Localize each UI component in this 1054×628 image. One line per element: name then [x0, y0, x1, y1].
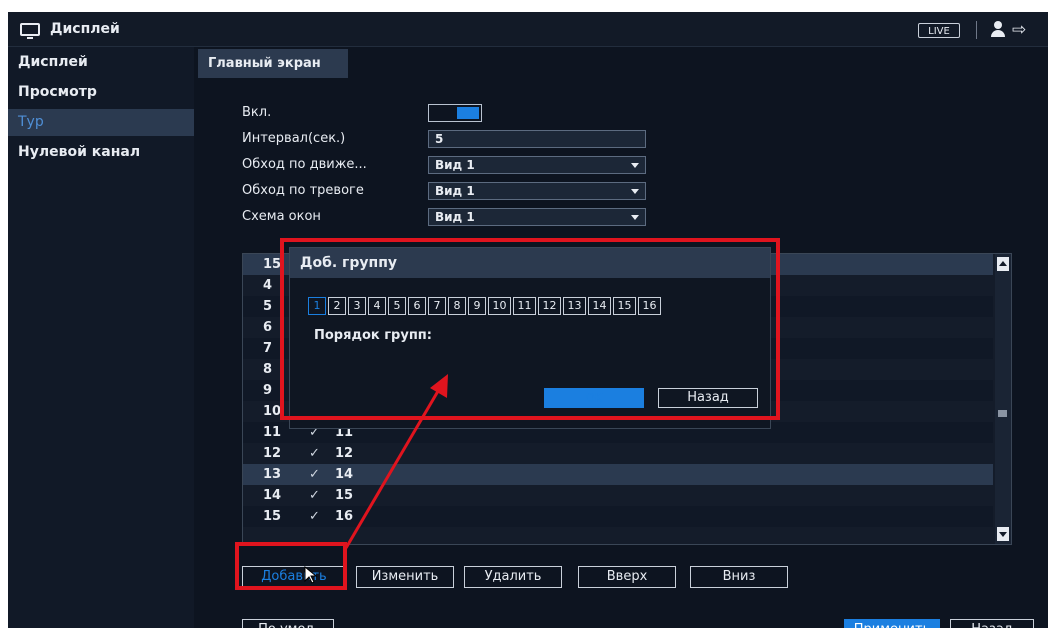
row-value: 12	[335, 446, 354, 461]
sidebar-item-zero-channel[interactable]: Нулевой канал	[8, 139, 194, 166]
scroll-up-icon[interactable]	[997, 257, 1009, 271]
row-number: 9	[263, 383, 273, 398]
mouse-cursor-icon	[304, 566, 318, 584]
delete-button[interactable]: Удалить	[464, 566, 562, 588]
row-number: 15	[263, 509, 282, 524]
table-row[interactable]: 13 ✓ 14	[243, 464, 993, 485]
window-title: Дисплей	[50, 21, 120, 37]
user-icon[interactable]	[990, 21, 1006, 39]
row-number: 6	[263, 320, 273, 335]
row-value: 15	[335, 488, 354, 503]
logout-icon[interactable]: ⇨	[1012, 20, 1026, 40]
chevron-down-icon	[631, 189, 639, 194]
row-number: 7	[263, 341, 273, 356]
row-number: 5	[263, 299, 273, 314]
toggle-knob	[457, 107, 479, 119]
dialog-highlight-box	[280, 238, 780, 420]
motion-tour-select[interactable]: Вид 1	[428, 156, 646, 174]
alarm-tour-value: Вид 1	[435, 184, 475, 198]
row-number: 4	[263, 278, 273, 293]
alarm-tour-label: Обход по тревоге	[242, 183, 364, 198]
window-layout-value: Вид 1	[435, 210, 475, 224]
row-value: 16	[335, 509, 354, 524]
row-number: 15	[263, 257, 282, 272]
alarm-tour-select[interactable]: Вид 1	[428, 182, 646, 200]
row-number: 14	[263, 488, 282, 503]
list-scrollbar[interactable]	[995, 254, 1011, 544]
live-button[interactable]: LIVE	[918, 23, 960, 38]
check-icon[interactable]: ✓	[309, 464, 320, 485]
table-row[interactable]: 14 ✓ 15	[243, 485, 993, 506]
tab-main-screen[interactable]: Главный экран	[198, 49, 348, 78]
row-number: 8	[263, 362, 273, 377]
motion-tour-label: Обход по движе...	[242, 157, 367, 172]
motion-tour-value: Вид 1	[435, 158, 475, 172]
chevron-down-icon	[631, 163, 639, 168]
enable-toggle[interactable]	[428, 104, 482, 122]
sidebar-item-display[interactable]: Дисплей	[8, 49, 194, 76]
interval-label: Интервал(сек.)	[242, 131, 346, 146]
move-up-button[interactable]: Вверх	[578, 566, 676, 588]
row-number: 11	[263, 425, 282, 440]
enable-label: Вкл.	[242, 105, 272, 120]
row-number: 10	[263, 404, 282, 419]
scroll-down-icon[interactable]	[997, 527, 1009, 541]
back-button[interactable]: Назад	[950, 619, 1034, 628]
row-number: 13	[263, 467, 282, 482]
move-down-button[interactable]: Вниз	[690, 566, 788, 588]
add-button-highlight-box	[235, 542, 347, 590]
sidebar-item-view[interactable]: Просмотр	[8, 79, 194, 106]
sidebar: Дисплей Просмотр Тур Нулевой канал	[8, 47, 194, 628]
check-icon[interactable]: ✓	[309, 443, 320, 464]
scroll-thumb[interactable]	[998, 410, 1007, 417]
window-layout-select[interactable]: Вид 1	[428, 208, 646, 226]
chevron-down-icon	[631, 215, 639, 220]
interval-input[interactable]: 5	[428, 130, 646, 148]
edit-button[interactable]: Изменить	[356, 566, 454, 588]
table-row[interactable]: 12 ✓ 12	[243, 443, 993, 464]
sidebar-item-tour[interactable]: Тур	[8, 109, 194, 136]
app-window: Дисплей LIVE ⇨ Дисплей Просмотр Тур Нуле…	[8, 12, 1048, 628]
check-icon[interactable]: ✓	[309, 485, 320, 506]
monitor-icon	[20, 23, 40, 39]
default-button[interactable]: По умол.	[242, 619, 334, 628]
divider	[976, 21, 977, 39]
window-layout-label: Схема окон	[242, 209, 321, 224]
table-row[interactable]: 15 ✓ 16	[243, 506, 993, 527]
apply-button[interactable]: Применить	[844, 619, 940, 628]
row-value: 14	[335, 467, 354, 482]
check-icon[interactable]: ✓	[309, 506, 320, 527]
row-number: 12	[263, 446, 282, 461]
title-bar: Дисплей LIVE ⇨	[8, 12, 1048, 47]
